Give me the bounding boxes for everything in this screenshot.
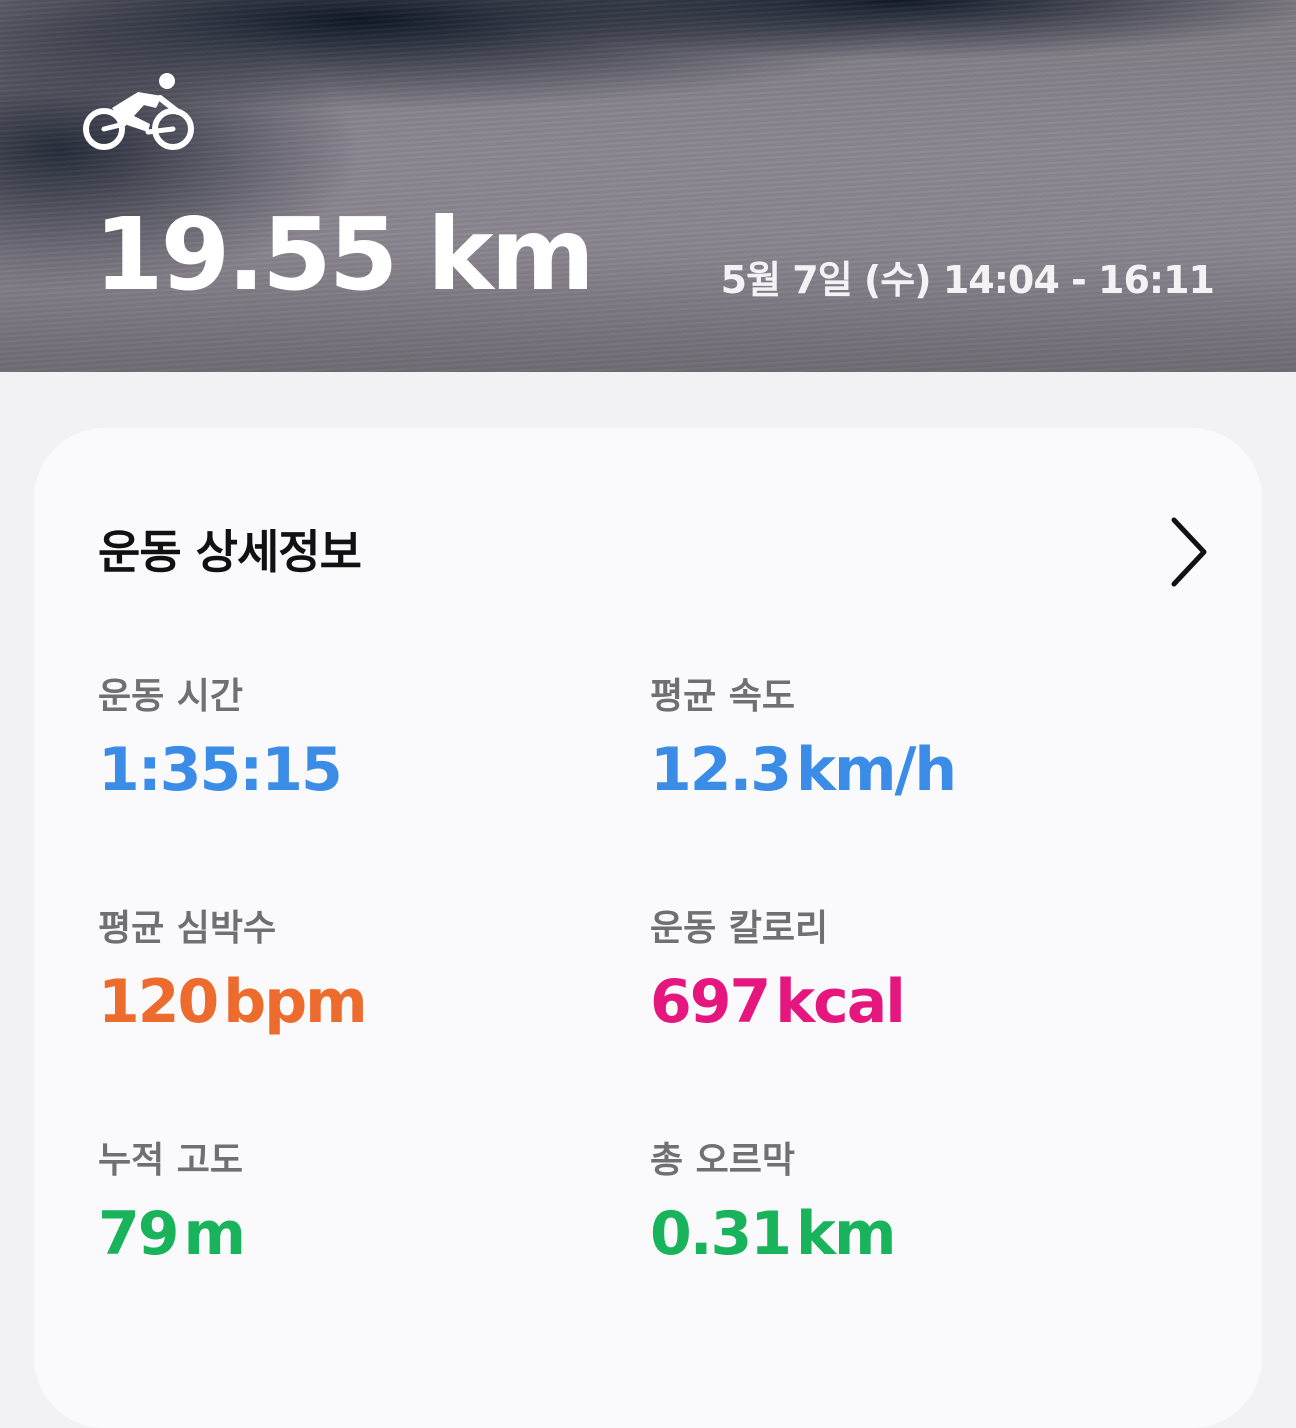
stat-label: 누적 고도 [98, 1140, 244, 1181]
stat-calories: 운동 칼로리 697 kcal [650, 906, 1130, 1038]
stat-value: 697 kcal [650, 966, 1130, 1038]
stat-label: 평균 심박수 [98, 908, 277, 949]
distance-value: 19.55 km [94, 196, 595, 313]
details-header[interactable]: 운동 상세정보 [98, 512, 1207, 592]
stat-unit: km [796, 1199, 896, 1269]
stat-label: 운동 시간 [98, 676, 244, 717]
workout-datetime: 5월 7일 (수) 14:04 - 16:11 [720, 258, 1215, 302]
hero-banner: 19.55 km 5월 7일 (수) 14:04 - 16:11 [0, 0, 1296, 372]
stat-value: 12.3 km/h [650, 734, 1130, 806]
stat-number: 79 [98, 1199, 179, 1269]
workout-details-card: 운동 상세정보 운동 시간 1:35:15 평균 속도 12.3 km/h 평균 … [34, 428, 1262, 1428]
stat-total-ascent: 총 오르막 0.31 km [650, 1138, 1130, 1270]
stat-number: 12.3 [650, 735, 792, 805]
stat-value: 79 m [98, 1198, 578, 1270]
stat-number: 120 [98, 967, 219, 1037]
stat-cumulative-altitude: 누적 고도 79 m [98, 1138, 578, 1270]
details-title: 운동 상세정보 [98, 525, 362, 579]
stat-workout-time: 운동 시간 1:35:15 [98, 674, 578, 806]
stat-number: 697 [650, 967, 771, 1037]
stat-unit: m [183, 1199, 247, 1269]
stat-value: 1:35:15 [98, 734, 578, 806]
stat-average-heart-rate: 평균 심박수 120 bpm [98, 906, 578, 1038]
stat-number: 1:35:15 [98, 735, 343, 805]
stat-unit: km/h [796, 735, 957, 805]
bicycle-icon [83, 73, 194, 150]
stat-value: 0.31 km [650, 1198, 1130, 1270]
stat-unit: kcal [775, 967, 906, 1037]
stat-unit: bpm [223, 967, 367, 1037]
stat-number: 0.31 [650, 1199, 792, 1269]
stat-value: 120 bpm [98, 966, 578, 1038]
stat-average-speed: 평균 속도 12.3 km/h [650, 674, 1130, 806]
stat-label: 총 오르막 [650, 1140, 796, 1181]
chevron-right-icon[interactable] [1158, 514, 1218, 590]
stat-label: 평균 속도 [650, 676, 796, 717]
stat-label: 운동 칼로리 [650, 908, 829, 949]
